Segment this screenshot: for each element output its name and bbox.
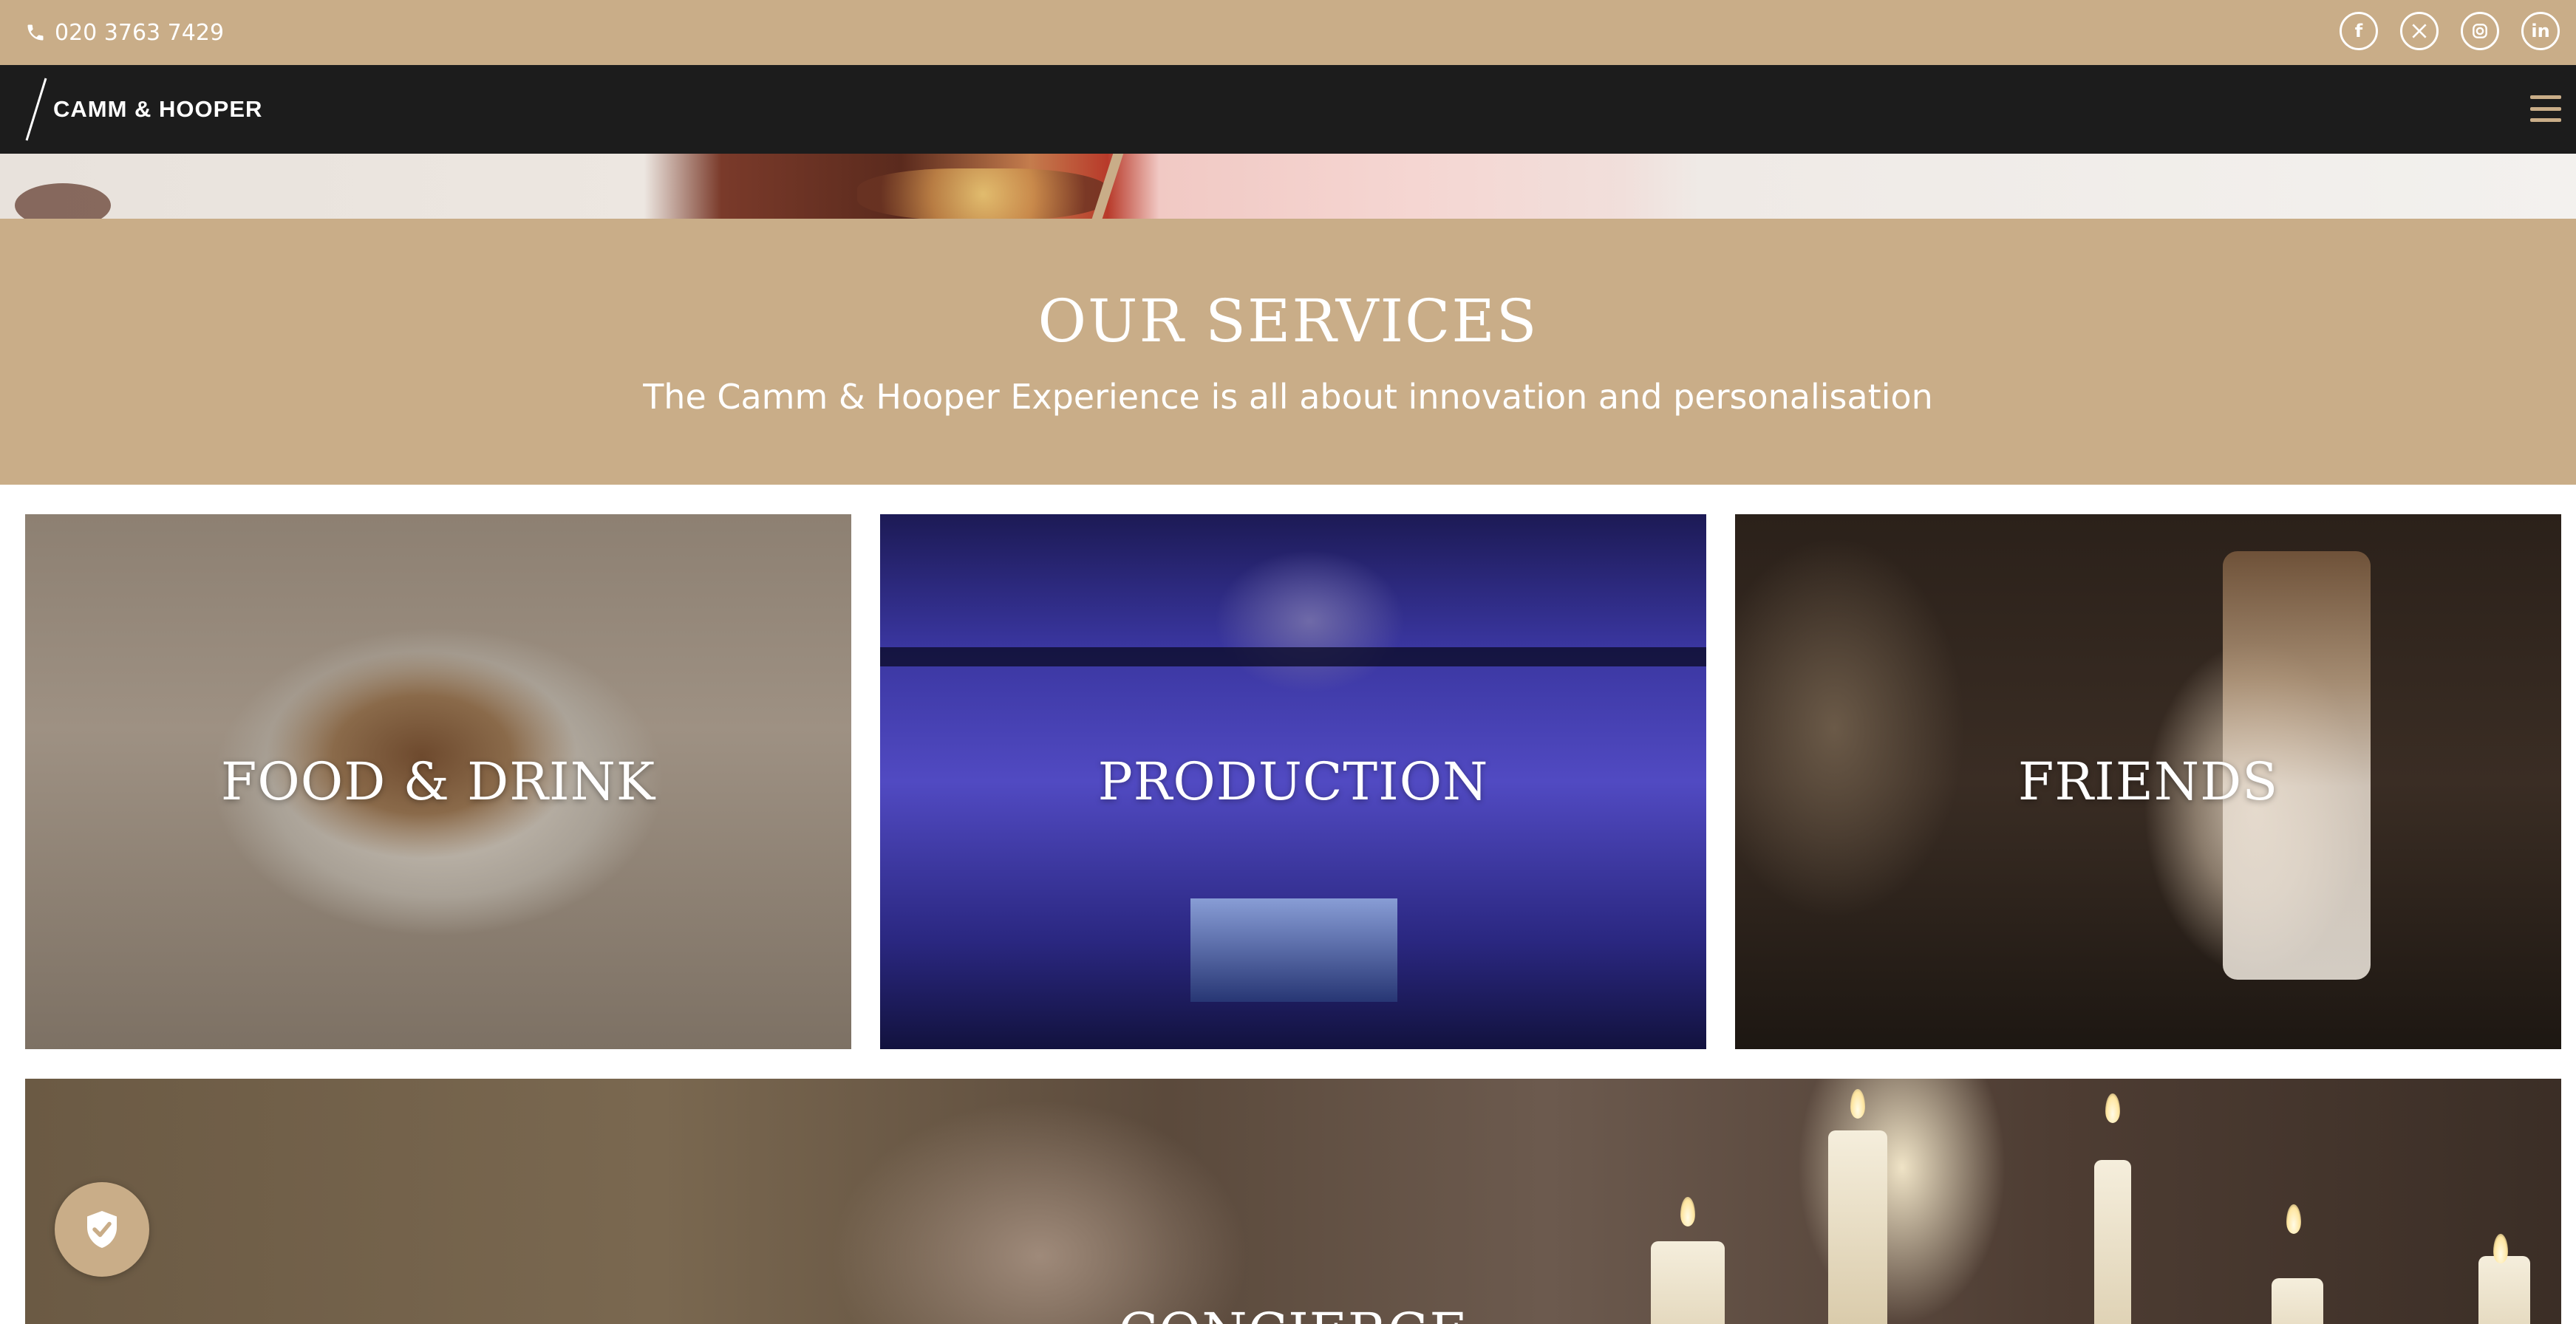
candle-decoration <box>2094 1160 2131 1324</box>
flame-decoration <box>2493 1234 2508 1263</box>
flame-decoration <box>1850 1089 1865 1119</box>
card-photo-detail <box>880 647 1706 666</box>
linkedin-icon[interactable]: in <box>2521 12 2560 50</box>
shield-check-icon <box>87 1211 117 1248</box>
logo-text: CAMM & HOOPER <box>53 96 263 122</box>
flame-decoration <box>2105 1093 2120 1123</box>
service-card-friends[interactable]: FRIENDS <box>1735 514 2561 1049</box>
services-subtitle: The Camm & Hooper Experience is all abou… <box>643 377 1933 417</box>
phone-icon <box>27 24 44 41</box>
hamburger-line <box>2530 95 2561 99</box>
card-label: FOOD & DRINK <box>220 751 656 812</box>
instagram-icon[interactable] <box>2461 12 2499 50</box>
flame-decoration <box>1680 1197 1695 1226</box>
phone-link[interactable]: 020 3763 7429 <box>25 18 224 47</box>
services-title: OUR SERVICES <box>1037 287 1539 355</box>
contact-bar: 020 3763 7429 f in <box>0 0 2576 65</box>
main-nav: CAMM & HOOPER <box>0 65 2576 154</box>
instagram-glyph-icon <box>2473 24 2487 38</box>
candle-decoration <box>1828 1130 1887 1324</box>
logo-slash-icon <box>25 78 47 141</box>
services-header: OUR SERVICES The Camm & Hooper Experienc… <box>0 219 2576 485</box>
hamburger-line <box>2530 118 2561 122</box>
hamburger-line <box>2530 106 2561 111</box>
x-logo-icon <box>2412 24 2427 38</box>
service-card-food-drink[interactable]: FOOD & DRINK <box>25 514 851 1049</box>
service-card-production[interactable]: PRODUCTION <box>880 514 1706 1049</box>
card-label: FRIENDS <box>2017 751 2279 812</box>
social-links: f in <box>2340 12 2560 50</box>
hero-photo-detail <box>857 168 1108 219</box>
cookie-privacy-button[interactable] <box>55 1182 149 1277</box>
facebook-glyph: f <box>2354 21 2363 41</box>
x-twitter-icon[interactable] <box>2400 12 2439 50</box>
card-photo-detail <box>1190 898 1397 1002</box>
brand-logo[interactable]: CAMM & HOOPER <box>22 77 262 142</box>
service-card-concierge[interactable]: CONCIERGE <box>25 1079 2561 1324</box>
flame-decoration <box>2286 1204 2301 1234</box>
card-label: PRODUCTION <box>1097 751 1489 812</box>
hero-image-strip <box>0 154 2576 219</box>
facebook-icon[interactable]: f <box>2340 12 2378 50</box>
hero-photo-detail <box>15 183 111 219</box>
menu-hamburger-icon[interactable] <box>2530 93 2561 124</box>
linkedin-glyph: in <box>2531 21 2550 41</box>
card-label: CONCIERGE <box>25 1302 2561 1324</box>
phone-number: 020 3763 7429 <box>55 19 225 46</box>
